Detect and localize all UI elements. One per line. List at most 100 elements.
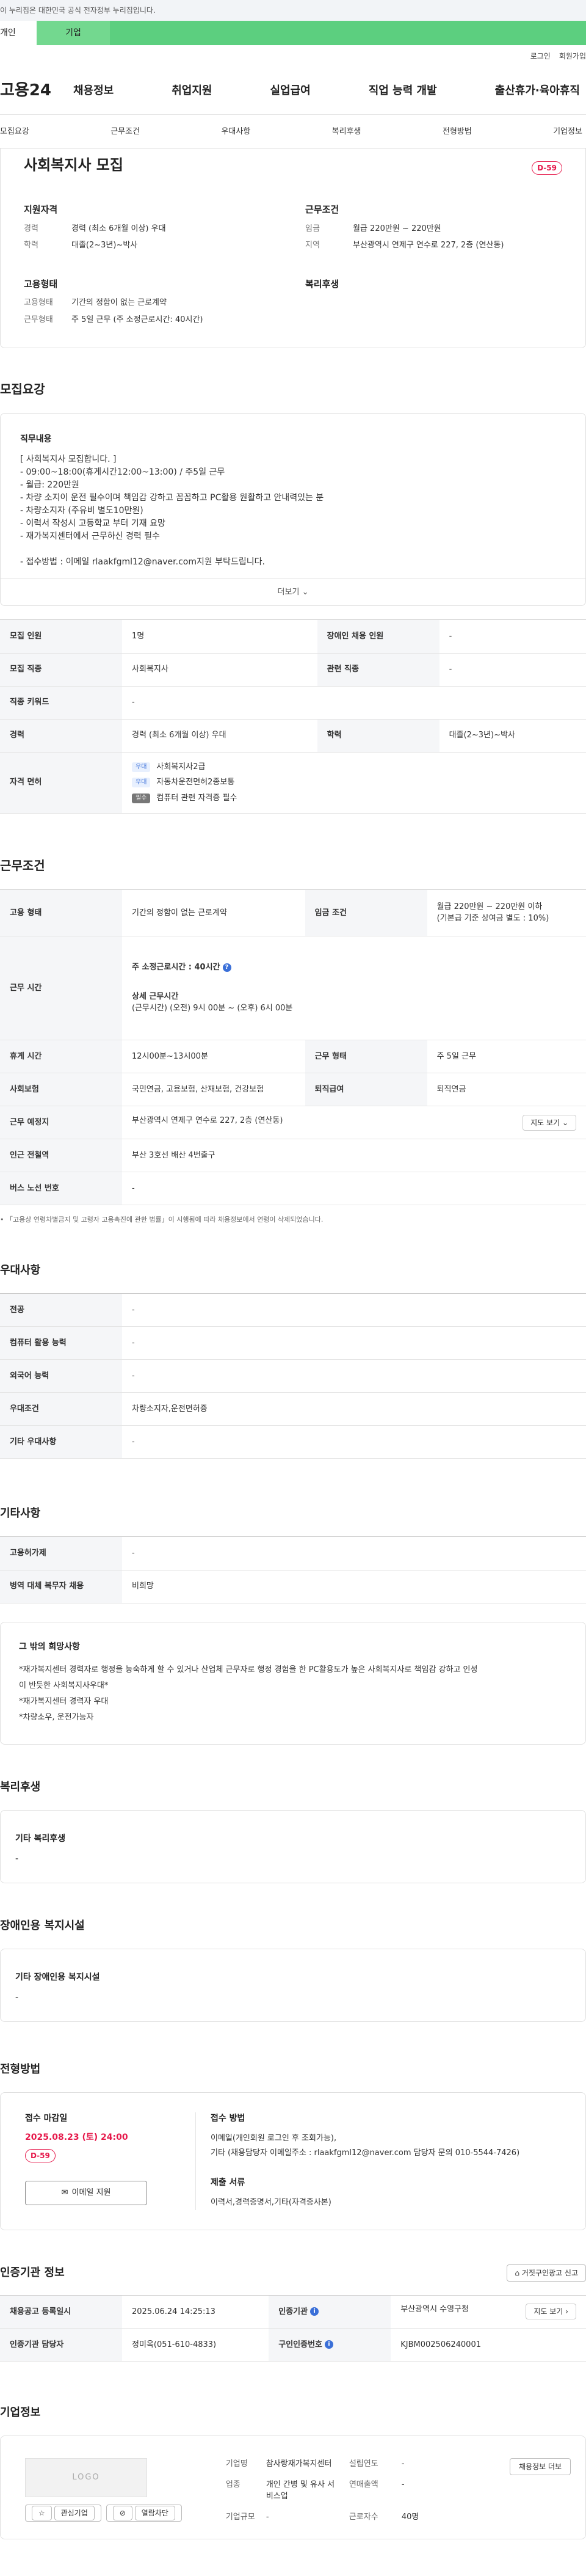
emp-key: 근무형태 (24, 315, 53, 324)
th: 우대조건 (0, 1392, 122, 1426)
tab-business[interactable]: 기업 (37, 21, 110, 45)
v: - (401, 2459, 405, 2468)
email-apply-button[interactable]: ✉ 이메일 지원 (25, 2180, 147, 2205)
welfare-card: 기타 복리후생 - (0, 1809, 586, 1883)
deadline: 2025.08.23 (토) 24:00 (25, 2132, 128, 2142)
chevron-right-icon: › (565, 2307, 568, 2316)
k: 기업규모 (225, 2512, 255, 2522)
qual-key: 학력 (24, 241, 38, 250)
th: 사회보험 (0, 1073, 122, 1106)
pref-table: 전공 - 컴퓨터 활용 능력 - 외국어 능력 - 우대조건 차량소지자,운전면허증 기타 우대… (0, 1293, 586, 1459)
fav-company-button[interactable]: ☆ 관심기업 (25, 2505, 101, 2522)
cert-section-title: 인증기관 정보 (0, 2266, 65, 2279)
info-icon[interactable]: ? (222, 963, 231, 972)
qual-title: 지원자격 (24, 204, 58, 215)
td: 1명 (122, 620, 317, 654)
th: 채용공고 등록일시 (0, 2295, 122, 2329)
tab-individual[interactable]: 개인 (0, 21, 37, 45)
table-row: 우대조건 차량소지자,운전면허증 (0, 1392, 586, 1426)
k: 연매출액 (349, 2479, 378, 2489)
k: 업종 (225, 2479, 241, 2489)
v: 개인 간병 및 유사 서비스업 (266, 2479, 335, 2501)
block-label: 열람차단 (134, 2506, 175, 2520)
table-row: 컴퓨터 활용 능력 - (0, 1326, 586, 1360)
etc-table: 고용허가제 - 병역 대체 복무자 채용 비희망 (0, 1536, 586, 1604)
desc-line: [ 사회복지사 모집합니다. ] (20, 454, 117, 464)
more-button[interactable]: 더보기 ⌄ (1, 578, 585, 605)
company-jobs-button[interactable]: 채용정보 더보 (509, 2458, 571, 2475)
site-logo[interactable]: 고용24 (0, 79, 73, 103)
summary-qualification: 지원자격 경력 경력 (최소 6개월 이상) 우대 학력 대졸(2~3년)~박사 (24, 203, 281, 257)
th: 직종 키워드 (0, 686, 122, 720)
nav-training[interactable]: 직업 능력 개발 (369, 82, 437, 99)
td: 대졸(2~3년)~박사 (439, 719, 586, 753)
summary-conditions: 근무조건 임금 월급 220만원 ~ 220만원 지역 부산광역시 연제구 연수로 … (305, 203, 562, 257)
anchor-recruit[interactable]: 모집요강 (0, 126, 29, 138)
info-icon[interactable]: i (325, 2340, 334, 2349)
anchor-welfare[interactable]: 복리후생 (332, 126, 361, 138)
td: 주 5일 근무 (427, 1040, 586, 1073)
td: 12시00분~13시00분 (122, 1040, 305, 1073)
table-row: 외국어 능력 - (0, 1359, 586, 1393)
desc-line: - 접수방법 : 이메일 rlaakfgml12@naver.com지원 부탁드… (20, 557, 265, 567)
report-button[interactable]: ⌂ 거짓구인광고 신고 (507, 2264, 586, 2282)
pref-badge: 우대 (132, 778, 151, 787)
nav-unemployment[interactable]: 실업급여 (270, 82, 311, 99)
map-button[interactable]: 지도 보기 ⌄ (523, 1114, 576, 1131)
facility-sub: 기타 장애인용 복지시설 (15, 1972, 100, 1982)
td: - (122, 1172, 586, 1205)
main-nav: 고용24 채용정보 취업지원 실업급여 직업 능력 개발 출산휴가·육아휴직 (0, 67, 586, 115)
work-table: 고용 형태 기간의 정함이 없는 근로계약 임금 조건 월급 220만원 ~ 220만… (0, 889, 586, 1205)
info-icon[interactable]: i (310, 2307, 319, 2316)
anchor-work[interactable]: 근무조건 (110, 126, 140, 138)
nav-employment-support[interactable]: 취업지원 (172, 82, 212, 99)
map-button[interactable]: 지도 보기 › (526, 2304, 576, 2320)
gov-notice-bar: 이 누리집은 대한민국 공식 전자정부 누리집입니다. (0, 0, 586, 21)
home-icon: ⌂ (515, 2268, 520, 2277)
anchor-pref[interactable]: 우대사항 (221, 126, 250, 138)
welfare-value: - (15, 1853, 19, 1864)
td: 부산 3호선 배산 4번출구 (122, 1139, 586, 1172)
td: KJBM002506240001 (391, 2328, 586, 2362)
block-button[interactable]: ⊘ 열람차단 (106, 2505, 182, 2522)
wish-lines: *재가복지센터 경력자로 행정을 능숙하게 할 수 있거나 산업체 근무자로 행… (19, 1662, 567, 1726)
desc-line: - 월급: 220만원 (20, 480, 79, 490)
star-icon: ☆ (32, 2506, 52, 2520)
th: 자격 면허 (0, 752, 122, 814)
th: 버스 노선 번호 (0, 1172, 122, 1205)
cond-value: 월급 220만원 ~ 220만원 (353, 224, 441, 233)
nav-parental-leave[interactable]: 출산휴가·육아휴직 (495, 82, 580, 99)
td: - (122, 1537, 586, 1571)
cert-table: 채용공고 등록일시 2025.06.24 14:25:13 인증기관 i 부산광역시 수… (0, 2294, 586, 2362)
map-label: 지도 보기 (534, 2307, 563, 2316)
td: - (122, 1425, 586, 1459)
td: 비희망 (122, 1570, 586, 1604)
facility-section-title: 장애인용 복지시설 (0, 1919, 85, 1932)
facility-value: - (15, 1992, 19, 2002)
docs: 이력서,경력증명서,기타(자격증사본) (211, 2197, 331, 2207)
footer-spacer (0, 2539, 586, 2576)
login-link[interactable]: 로그인 (530, 51, 551, 62)
email-apply-label: 이메일 지원 (71, 2187, 111, 2197)
th: 인증기관 i (269, 2295, 391, 2329)
desc-line (20, 543, 566, 556)
signup-link[interactable]: 회원가입 (559, 51, 586, 62)
user-type-tabs: 개인 기업 (0, 21, 586, 45)
wage: 월급 220만원 ~ 220만원 이하 (436, 902, 543, 911)
th: 병역 대체 복무자 채용 (0, 1570, 122, 1604)
anchor-apply[interactable]: 전형방법 (443, 126, 472, 138)
place: 부산광역시 연제구 연수로 227, 2층 (연산동) (132, 1115, 283, 1125)
desc-line: - 이력서 작성시 고등학교 부터 기재 요망 (20, 519, 165, 528)
td: 퇴직연금 (427, 1073, 586, 1106)
qual-key: 경력 (24, 224, 38, 233)
wish-line: 이 반듯한 사회복지사우대* (19, 1680, 109, 1690)
wage-cell: 월급 220만원 ~ 220만원 이하 (기본급 기준 상여금 별도 : 10%) (427, 889, 586, 936)
anchor-company[interactable]: 기업정보 (553, 126, 582, 138)
cond-key: 임금 (305, 224, 320, 233)
td: 차량소지자,운전면허증 (122, 1392, 586, 1426)
nav-jobs[interactable]: 채용정보 (73, 82, 114, 99)
org: 부산광역시 수영구청 (400, 2305, 469, 2315)
th: 컴퓨터 활용 능력 (0, 1326, 122, 1360)
desc-title: 직무내용 (20, 434, 52, 444)
license-name: 자동차운전면허2종보통 (156, 778, 235, 787)
